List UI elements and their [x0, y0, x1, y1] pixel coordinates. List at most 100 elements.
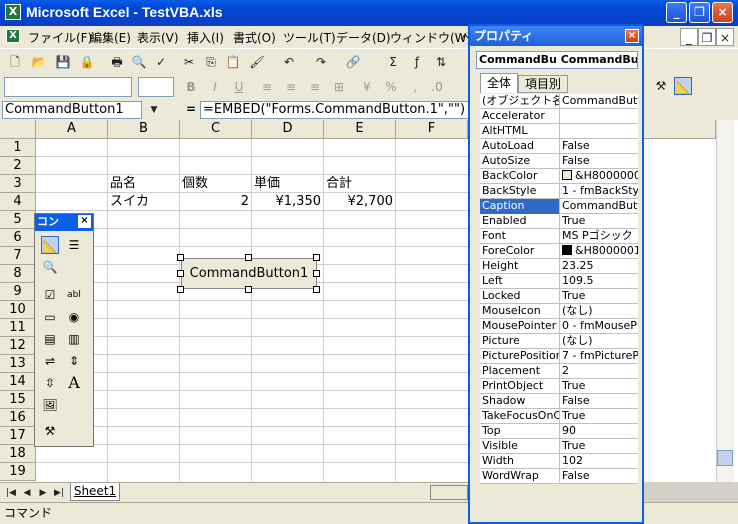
property-value[interactable]: 0 - fmMouseP — [562, 319, 638, 334]
property-value[interactable]: CommandButt — [562, 94, 638, 109]
property-row[interactable]: Shadow False — [480, 394, 638, 409]
column-header-b[interactable]: B — [108, 120, 180, 139]
new-icon[interactable]: 🗋 — [6, 53, 24, 71]
property-value[interactable]: 2 — [562, 364, 638, 379]
property-value[interactable]: CommandButt — [562, 199, 638, 214]
function-icon[interactable]: ƒ — [408, 53, 426, 71]
sort-icon[interactable]: ⇅ — [432, 53, 450, 71]
row-header[interactable]: 12 — [0, 337, 36, 355]
align-left-icon[interactable]: ≡ — [258, 78, 276, 96]
menu-tools[interactable]: ツール(T) — [283, 29, 336, 46]
control-toolbox-title[interactable]: コン × — [35, 214, 93, 231]
cell-b3[interactable]: 品名 — [110, 175, 136, 193]
row-header[interactable]: 3 — [0, 175, 36, 193]
property-row[interactable]: AutoLoad False — [480, 139, 638, 154]
property-value[interactable]: (なし) — [562, 304, 638, 319]
listbox-control-icon[interactable]: ▤ — [41, 330, 59, 348]
row-header[interactable]: 16 — [0, 409, 36, 427]
increase-decimal-icon[interactable]: .0 — [428, 78, 446, 96]
name-box-dropdown-icon[interactable]: ▼ — [145, 101, 163, 119]
property-row[interactable]: Placement 2 — [480, 364, 638, 379]
horizontal-scrollbar[interactable] — [430, 485, 468, 500]
row-header[interactable]: 11 — [0, 319, 36, 337]
property-row[interactable]: TakeFocusOnC True — [480, 409, 638, 424]
cell-d3[interactable]: 単価 — [254, 175, 280, 193]
column-header-a[interactable]: A — [36, 120, 108, 139]
column-header-e[interactable]: E — [324, 120, 396, 139]
row-header[interactable]: 7 — [0, 247, 36, 265]
property-row[interactable]: Caption CommandButt — [480, 199, 638, 214]
property-row[interactable]: AltHTML — [480, 124, 638, 139]
row-header[interactable]: 9 — [0, 283, 36, 301]
property-value[interactable]: True — [562, 289, 638, 304]
doc-minimize-button[interactable]: _ — [680, 28, 698, 46]
column-header-extra[interactable] — [644, 120, 716, 139]
row-header[interactable]: 10 — [0, 301, 36, 319]
combobox-control-icon[interactable]: ▥ — [65, 330, 83, 348]
row-header[interactable]: 6 — [0, 229, 36, 247]
column-header-d[interactable]: D — [252, 120, 324, 139]
menu-format[interactable]: 書式(O) — [233, 29, 276, 46]
property-row[interactable]: AutoSize False — [480, 154, 638, 169]
property-value[interactable]: (なし) — [562, 334, 638, 349]
doc-close-button[interactable]: × — [716, 28, 734, 46]
resize-handle[interactable] — [245, 286, 252, 293]
permission-icon[interactable]: 🔒 — [78, 53, 96, 71]
percent-icon[interactable]: % — [382, 78, 400, 96]
print-preview-icon[interactable]: 🔍 — [130, 53, 148, 71]
tab-categorized[interactable]: 項目別 — [518, 75, 568, 93]
row-header[interactable]: 17 — [0, 427, 36, 445]
hyperlink-icon[interactable]: 🔗 — [344, 53, 362, 71]
font-name-combo[interactable] — [4, 77, 132, 97]
workbook-icon[interactable]: X — [6, 29, 20, 43]
property-value[interactable] — [562, 109, 638, 124]
merge-center-icon[interactable]: ⊞ — [330, 78, 348, 96]
property-row[interactable]: Top 90 — [480, 424, 638, 439]
cell-e3[interactable]: 合計 — [326, 175, 352, 193]
vertical-scrollbar[interactable] — [716, 120, 734, 482]
cell-e4[interactable]: ¥2,700 — [324, 193, 394, 211]
row-header[interactable]: 1 — [0, 139, 36, 157]
property-value[interactable]: True — [562, 379, 638, 394]
align-right-icon[interactable]: ≡ — [306, 78, 324, 96]
property-value[interactable]: True — [562, 409, 638, 424]
control-toolbox-tools-icon[interactable]: ⚒ — [652, 77, 670, 95]
print-icon[interactable]: 🖶 — [108, 53, 126, 71]
property-row[interactable]: Height 23.25 — [480, 259, 638, 274]
underline-icon[interactable]: U — [230, 78, 248, 96]
open-icon[interactable]: 📂 — [30, 53, 48, 71]
properties-icon[interactable]: ☰ — [65, 236, 83, 254]
property-row[interactable]: Left 109.5 — [480, 274, 638, 289]
menu-data[interactable]: データ(D) — [336, 29, 391, 46]
property-row[interactable]: Locked True — [480, 289, 638, 304]
option-button-control-icon[interactable]: ◉ — [65, 308, 83, 326]
autosum-icon[interactable]: Σ — [384, 53, 402, 71]
property-row[interactable]: BackStyle 1 - fmBackSty — [480, 184, 638, 199]
menu-insert[interactable]: 挿入(I) — [187, 29, 224, 46]
row-header[interactable]: 18 — [0, 445, 36, 463]
properties-title-bar[interactable]: プロパティ × — [470, 26, 642, 46]
sheet-tab-sheet1[interactable]: Sheet1 — [70, 483, 120, 501]
property-value[interactable]: MS Pゴシック — [562, 229, 638, 244]
comma-icon[interactable]: , — [406, 78, 424, 96]
menu-file[interactable]: ファイル(F) — [28, 29, 92, 46]
spin-button-control-icon[interactable]: ⇕ — [65, 352, 83, 370]
view-code-icon[interactable]: 🔍 — [41, 258, 59, 276]
object-combo[interactable]: CommandBu CommandBut — [476, 51, 638, 69]
doc-restore-button[interactable]: ❐ — [698, 28, 716, 46]
property-value[interactable]: False — [562, 469, 638, 484]
property-row[interactable]: Width 102 — [480, 454, 638, 469]
last-sheet-icon[interactable]: ▶| — [50, 484, 68, 502]
property-value[interactable]: 23.25 — [562, 259, 638, 274]
resize-handle[interactable] — [177, 270, 184, 277]
property-row[interactable]: MouseIcon (なし) — [480, 304, 638, 319]
command-button-control-icon[interactable]: ▭ — [41, 308, 59, 326]
select-all-corner[interactable] — [0, 120, 36, 139]
property-value[interactable]: 1 - fmBackSty — [562, 184, 638, 199]
menu-edit[interactable]: 編集(E) — [90, 29, 131, 46]
copy-icon[interactable]: ⎘ — [202, 53, 220, 71]
textbox-control-icon[interactable]: abl — [65, 286, 83, 304]
menu-view[interactable]: 表示(V) — [137, 29, 179, 46]
resize-handle[interactable] — [313, 254, 320, 261]
property-row[interactable]: WordWrap False — [480, 469, 638, 484]
